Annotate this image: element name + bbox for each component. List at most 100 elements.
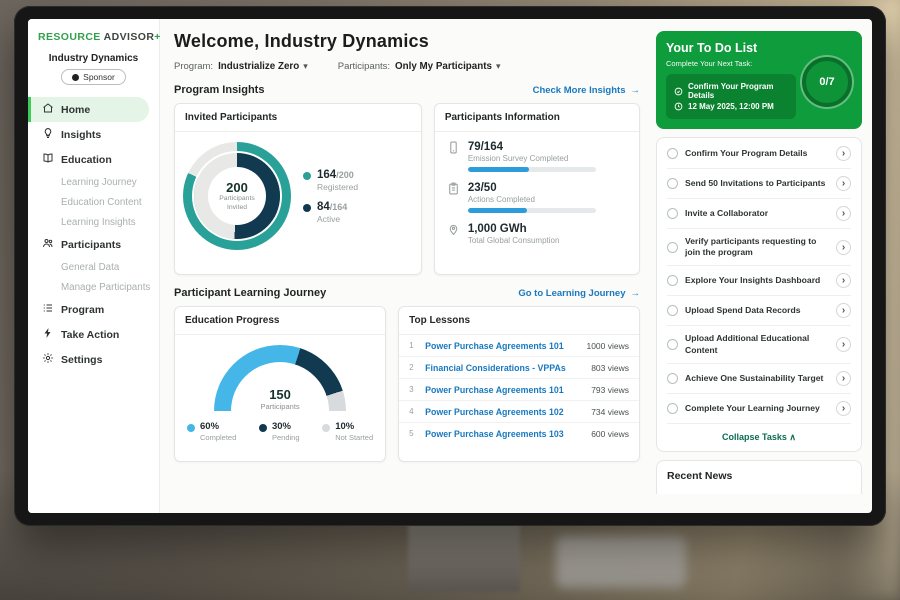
task-item[interactable]: Upload Additional Educational Content › [667,326,851,363]
legend-value: 84 [317,201,330,213]
legend-label: Not Started [335,433,373,442]
filters-row: Program: Industrialize Zero ▾ Participan… [174,61,640,72]
sidebar-item-manage-participants[interactable]: Manage Participants [28,277,159,297]
lesson-row: 3 Power Purchase Agreements 101 793 view… [399,379,639,401]
lightbulb-icon [42,127,54,142]
lesson-link[interactable]: Power Purchase Agreements 103 [425,429,583,439]
participants-filter[interactable]: Participants: Only My Participants ▾ [338,61,501,72]
checkbox-icon[interactable] [667,373,678,384]
checkbox-icon[interactable] [667,305,678,316]
sidebar-subitem-label: Manage Participants [61,282,150,293]
sidebar-item-learning-journey[interactable]: Learning Journey [28,172,159,192]
sidebar-item-home[interactable]: Home [28,97,149,122]
brand-primary: RESOURCE [38,31,101,43]
checkbox-icon[interactable] [667,339,678,350]
chevron-down-icon: ▾ [303,61,308,72]
education-progress-card: Education Progress 150 Participants [174,306,386,462]
chevron-right-icon[interactable]: › [836,303,851,318]
sidebar: RESOURCE ADVISOR+ Industry Dynamics Spon… [28,19,160,513]
participants-filter-label: Participants: [338,61,390,72]
main-content: Welcome, Industry Dynamics Program: Indu… [160,19,654,513]
legend-dot [303,204,311,212]
checkbox-icon[interactable] [667,208,678,219]
stat-emission-survey: 79/164 Emission Survey Completed [435,132,639,173]
legend-dot [322,424,330,432]
sidebar-subitem-label: Education Content [61,197,142,208]
stat-label: Actions Completed [468,195,596,204]
device-icon [447,141,460,157]
legend-value: 60% [200,421,236,432]
checkbox-icon[interactable] [667,275,678,286]
sidebar-item-label: Program [61,304,104,316]
learning-journey-title: Participant Learning Journey [174,287,326,299]
task-item[interactable]: Confirm Your Program Details › [667,139,851,169]
go-to-learning-journey-link[interactable]: Go to Learning Journey → [518,288,640,299]
checkbox-icon[interactable] [667,403,678,414]
sidebar-subitem-label: General Data [61,262,119,273]
sidebar-item-insights[interactable]: Insights [28,122,159,147]
lesson-link[interactable]: Power Purchase Agreements 101 [425,385,583,395]
task-item[interactable]: Complete Your Learning Journey › [667,394,851,424]
clipboard-icon [447,182,460,198]
checkbox-icon[interactable] [667,178,678,189]
top-lessons-title: Top Lessons [399,307,639,335]
sidebar-item-education[interactable]: Education [28,147,159,172]
todo-next-task: Confirm Your Program Details [674,82,788,100]
stat-value: 23/50 [468,182,596,194]
link-label: Check More Insights [533,85,626,96]
legend-pending: 30% Pending [259,421,300,442]
sidebar-item-participants[interactable]: Participants [28,232,159,257]
task-item[interactable]: Achieve One Sustainability Target › [667,364,851,394]
check-more-insights-link[interactable]: Check More Insights → [533,85,640,96]
task-item[interactable]: Upload Spend Data Records › [667,296,851,326]
education-progress-title: Education Progress [175,307,385,335]
progress-bar [468,208,596,213]
sidebar-item-education-content[interactable]: Education Content [28,192,159,212]
stat-value: 79/164 [468,141,596,153]
program-filter[interactable]: Program: Industrialize Zero ▾ [174,61,308,72]
stat-value: 1,000 GWh [468,223,560,235]
chevron-right-icon[interactable]: › [836,273,851,288]
sidebar-item-program[interactable]: Program [28,297,159,322]
lightning-icon [42,327,54,342]
brand-secondary: ADVISOR [104,31,155,43]
chevron-right-icon[interactable]: › [836,371,851,386]
dashboard-screen: RESOURCE ADVISOR+ Industry Dynamics Spon… [28,19,872,513]
checkbox-icon[interactable] [667,242,678,253]
todo-progress-ring: 0/7 [802,57,852,107]
chevron-right-icon[interactable]: › [836,337,851,352]
lesson-link[interactable]: Financial Considerations - VPPAs [425,363,583,373]
sidebar-item-learning-insights[interactable]: Learning Insights [28,212,159,232]
task-label: Confirm Your Program Details [685,148,829,159]
sidebar-item-settings[interactable]: Settings [28,347,159,372]
chevron-right-icon[interactable]: › [836,146,851,161]
chevron-right-icon[interactable]: › [836,401,851,416]
sponsor-badge[interactable]: Sponsor [61,69,126,85]
invited-center-label: Participants Invited [216,195,258,213]
top-lessons-card: Top Lessons 1 Power Purchase Agreements … [398,306,640,462]
chevron-right-icon[interactable]: › [836,206,851,221]
task-item[interactable]: Verify participants requesting to join t… [667,229,851,266]
chevron-right-icon[interactable]: › [836,176,851,191]
chevron-down-icon: ▾ [496,61,501,72]
photo-background: RESOURCE ADVISOR+ Industry Dynamics Spon… [0,0,900,600]
chevron-right-icon[interactable]: › [836,240,851,255]
checkbox-icon[interactable] [667,148,678,159]
legend-label: Registered [317,182,358,192]
invited-center-value: 200 [226,180,248,195]
task-item[interactable]: Explore Your Insights Dashboard › [667,266,851,296]
sidebar-item-take-action[interactable]: Take Action [28,322,159,347]
task-label: Upload Additional Educational Content [685,333,829,355]
sidebar-item-general-data[interactable]: General Data [28,257,159,277]
lesson-link[interactable]: Power Purchase Agreements 101 [425,341,578,351]
legend-dot [187,424,195,432]
stat-progress-fill [468,208,527,213]
desk-object [556,536,686,588]
lesson-link[interactable]: Power Purchase Agreements 102 [425,407,583,417]
collapse-tasks-button[interactable]: Collapse Tasks ∧ [667,424,851,450]
stat-global-consumption: 1,000 GWh Total Global Consumption [435,214,639,250]
task-item[interactable]: Send 50 Invitations to Participants › [667,169,851,199]
lesson-views: 600 views [591,429,629,439]
task-item[interactable]: Invite a Collaborator › [667,199,851,229]
legend-value: 164 [317,169,336,181]
